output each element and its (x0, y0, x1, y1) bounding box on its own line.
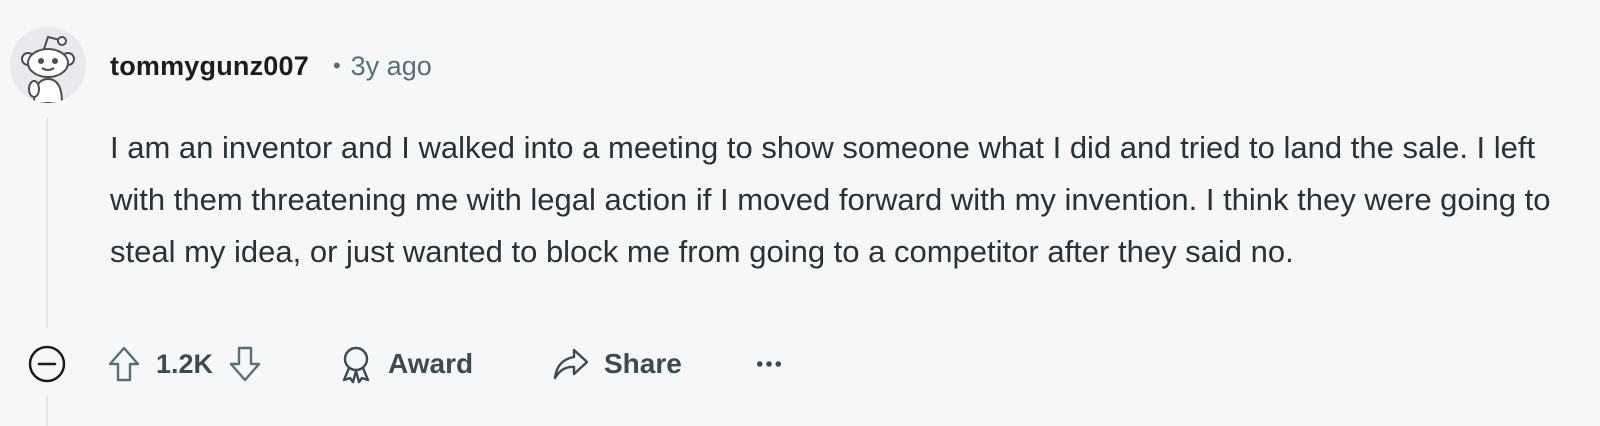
share-label: Share (604, 348, 682, 379)
arrow-up-icon (108, 346, 140, 382)
award-label: Award (388, 348, 474, 379)
comment-actions: 1.2K Award Share (0, 336, 1600, 392)
upvote-button[interactable] (100, 340, 148, 388)
downvote-button[interactable] (221, 340, 269, 388)
more-options-button[interactable] (756, 336, 796, 392)
share-button[interactable]: Share (552, 336, 682, 392)
avatar[interactable] (10, 27, 86, 103)
more-dots-icon (756, 361, 782, 367)
award-button[interactable]: Award (338, 336, 473, 392)
comment-age[interactable]: 3y ago (351, 51, 432, 82)
arrow-down-icon (229, 346, 261, 382)
collapse-button[interactable] (25, 342, 69, 386)
author-username[interactable]: tommygunz007 (110, 51, 309, 82)
collapse-minus-icon (28, 345, 66, 383)
vote-group: 1.2K (100, 336, 269, 392)
meta-separator: • (332, 53, 341, 78)
comment-meta: tommygunz007 • 3y ago (110, 46, 432, 86)
vote-score: 1.2K (156, 348, 214, 379)
thread-line (46, 118, 48, 328)
award-ribbon-icon (342, 346, 370, 384)
share-arrow-icon (553, 348, 589, 380)
comment-body: I am an inventor and I walked into a mee… (110, 130, 1551, 269)
snoo-avatar-icon (10, 27, 86, 103)
